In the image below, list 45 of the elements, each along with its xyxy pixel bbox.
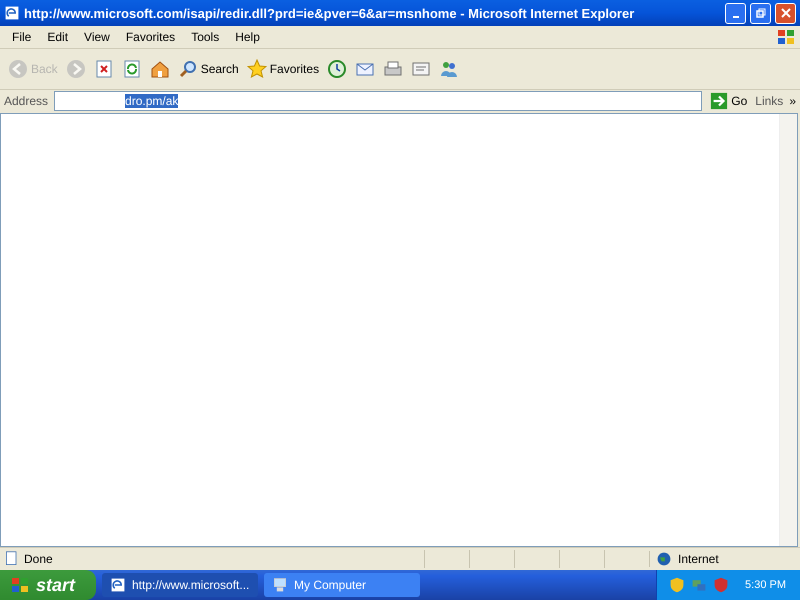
shield-icon bbox=[713, 577, 730, 593]
address-field[interactable]: dro.pm/ak bbox=[54, 91, 702, 111]
shield-icon bbox=[669, 577, 686, 593]
minimize-button[interactable] bbox=[725, 2, 746, 24]
search-icon bbox=[178, 59, 198, 79]
scrollbar[interactable] bbox=[779, 114, 797, 546]
windows-flag-icon bbox=[776, 27, 796, 47]
go-button[interactable]: Go bbox=[708, 90, 750, 112]
restore-icon bbox=[756, 8, 766, 18]
menu-item[interactable]: Help bbox=[227, 30, 268, 44]
close-button[interactable] bbox=[775, 2, 796, 24]
computer-icon bbox=[272, 577, 288, 593]
restore-button[interactable] bbox=[750, 2, 771, 24]
network-icon bbox=[691, 577, 708, 593]
address-text: dro.pm/ak bbox=[125, 94, 178, 108]
taskbar-button[interactable]: My Computer bbox=[264, 573, 420, 597]
stop-icon bbox=[94, 59, 114, 79]
address-label: Address bbox=[4, 94, 48, 108]
more-chevron[interactable]: » bbox=[789, 94, 796, 108]
start-button[interactable]: start bbox=[0, 570, 96, 600]
refresh-icon bbox=[122, 59, 142, 79]
browser-page-icon bbox=[4, 5, 20, 21]
star-icon bbox=[246, 59, 267, 79]
minimize-icon bbox=[732, 16, 738, 18]
home-icon bbox=[150, 59, 170, 79]
menu-item[interactable]: Favorites bbox=[118, 30, 184, 44]
clock: 5:30 PM bbox=[745, 579, 786, 591]
window-title: http://www.microsoft.com/isapi/redir.dll?prd=ie&pver=6&ar=msnhome - Microsoft Internet Explorer bbox=[24, 6, 636, 20]
close-icon bbox=[780, 8, 790, 18]
status-text: Done bbox=[24, 552, 54, 566]
windows-flag-icon bbox=[10, 575, 30, 595]
links-label[interactable]: Links bbox=[755, 94, 784, 108]
search-button[interactable]: Search bbox=[176, 57, 241, 81]
menu-item[interactable]: Edit bbox=[39, 30, 76, 44]
favorites-button[interactable]: Favorites bbox=[244, 57, 322, 81]
zone-text: Internet bbox=[678, 552, 719, 566]
menu-item[interactable]: Tools bbox=[183, 30, 228, 44]
go-arrow-icon bbox=[710, 92, 728, 110]
menu-item[interactable]: View bbox=[76, 30, 118, 44]
globe-icon bbox=[656, 551, 672, 567]
browser-page-icon bbox=[110, 577, 126, 593]
people-icon bbox=[439, 59, 460, 79]
history-clock-icon bbox=[327, 59, 348, 79]
menu-item[interactable]: File bbox=[4, 30, 40, 44]
taskbar-button[interactable]: http://www.microsoft... bbox=[102, 573, 258, 597]
